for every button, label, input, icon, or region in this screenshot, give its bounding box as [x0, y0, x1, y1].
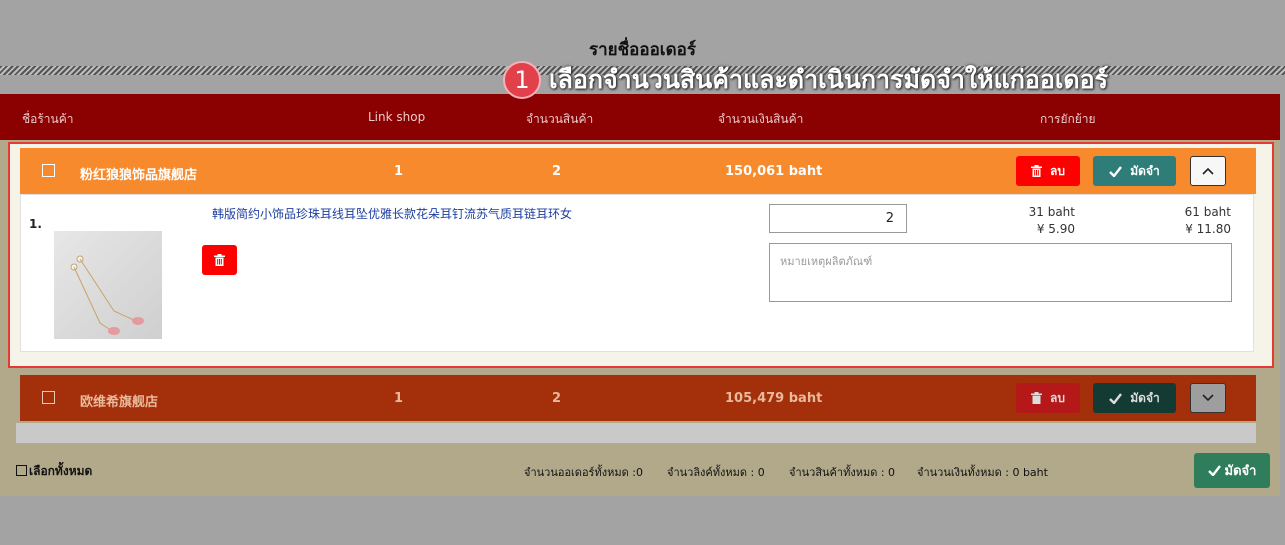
deposit-label: มัดจำ: [1130, 163, 1160, 178]
deposit-button[interactable]: มัดจำ: [1093, 156, 1176, 186]
shop-checkbox[interactable]: [42, 164, 55, 177]
checkbox-icon[interactable]: [16, 465, 27, 476]
product-note-field[interactable]: หมายเหตุผลิตภัณฑ์: [769, 243, 1232, 302]
check-icon: [1109, 165, 1123, 177]
callout: 1 เลือกจำนวนสินค้าและดำเนินการมัดจำให้แก…: [503, 60, 1108, 100]
total-price-baht: 61 baht: [1184, 205, 1231, 219]
delete-label: ลบ: [1050, 163, 1065, 178]
product-name[interactable]: 韩版简约小饰品珍珠耳线耳坠优雅长款花朵耳钉流苏气质耳链耳环女: [212, 205, 572, 222]
shop-row: 欧维希旗舰店 1 2 105,479 baht ลบ มัดจำ: [20, 375, 1256, 421]
trash-icon: [1031, 165, 1042, 177]
col-amount: จำนวนเงินสินค้า: [718, 112, 804, 126]
quantity-input[interactable]: 2: [769, 204, 907, 233]
total-amount: จำนวนเงินทั้งหมด : 0 baht: [917, 466, 1048, 479]
page-title: รายชื่อออเดอร์: [589, 40, 696, 60]
col-link-shop: Link shop: [368, 110, 426, 124]
trash-icon: [214, 254, 225, 266]
unit-price-yuan: ¥ 5.90: [1036, 222, 1075, 236]
product-image: [54, 231, 162, 339]
table-header: ชื่อร้านค้า Link shop จำนวนสินค้า จำนวนเ…: [0, 94, 1280, 140]
delete-label: ลบ: [1050, 390, 1065, 405]
spacer-strip: [16, 423, 1256, 443]
unit-price-baht: 31 baht: [1028, 205, 1075, 219]
total-links: จำนวลิงค์ทั้งหมด : 0: [667, 466, 765, 479]
col-actions: การยักย้าย: [1040, 112, 1096, 126]
select-all[interactable]: เลือกทั้งหมด: [16, 462, 92, 481]
deposit-button[interactable]: มัดจำ: [1093, 383, 1176, 413]
chevron-up-icon: [1202, 167, 1214, 175]
check-icon: [1109, 392, 1123, 404]
chevron-down-icon: [1202, 394, 1214, 402]
delete-button[interactable]: ลบ: [1016, 156, 1080, 186]
shop-qty: 2: [552, 164, 562, 179]
shop-amount: 150,061 baht: [725, 164, 823, 179]
shop-checkbox[interactable]: [42, 391, 55, 404]
product-item: 1. 韩版简约小饰品珍珠耳线耳坠优雅长款花朵耳钉流苏气质耳链耳环女 2 หมาย…: [20, 194, 1254, 352]
select-all-label: เลือกทั้งหมด: [29, 464, 93, 478]
col-qty: จำนวนสินค้า: [526, 112, 594, 126]
deposit-all-label: มัดจำ: [1224, 464, 1257, 479]
total-orders: จำนวนออเดอร์ทั้งหมด :0: [524, 466, 643, 479]
check-icon: [1207, 465, 1221, 476]
trash-icon: [1031, 392, 1042, 404]
shop-qty: 2: [552, 391, 562, 406]
callout-number: 1: [503, 61, 541, 99]
deposit-label: มัดจำ: [1130, 390, 1160, 405]
total-items: จำนวสินค้าทั้งหมด : 0: [789, 466, 896, 479]
item-delete-button[interactable]: [202, 245, 237, 275]
col-shop-name: ชื่อร้านค้า: [22, 112, 74, 126]
deposit-all-button[interactable]: มัดจำ: [1194, 453, 1270, 488]
expand-toggle[interactable]: [1190, 383, 1226, 413]
shop-name: 欧维希旗舰店: [80, 395, 159, 410]
shop-row: 粉红狼狼饰品旗舰店 1 2 150,061 baht ลบ มัดจำ: [20, 148, 1256, 194]
total-price-yuan: ¥ 11.80: [1185, 222, 1231, 236]
item-index: 1.: [29, 217, 42, 231]
shop-link-count: 1: [394, 391, 404, 406]
shop-name: 粉红狼狼饰品旗舰店: [80, 168, 198, 183]
callout-text: เลือกจำนวนสินค้าและดำเนินการมัดจำให้แก่อ…: [549, 65, 1109, 94]
shop-amount: 105,479 baht: [725, 391, 823, 406]
shop-link-count: 1: [394, 164, 404, 179]
delete-button[interactable]: ลบ: [1016, 383, 1080, 413]
collapse-toggle[interactable]: [1190, 156, 1226, 186]
